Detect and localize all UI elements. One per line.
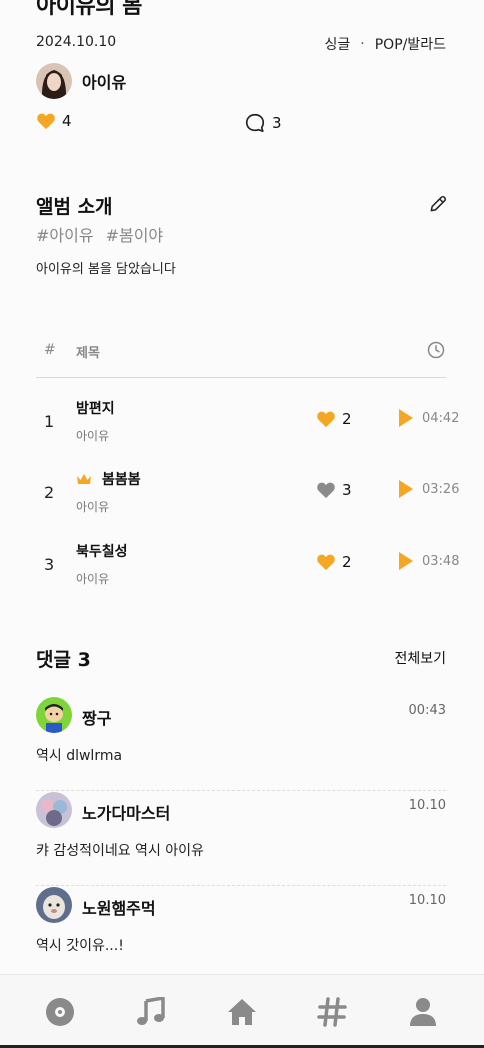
comment-text: 역시 갓이유...!	[36, 938, 124, 954]
comment-author: 노가다마스터	[82, 804, 171, 823]
music-note-icon	[137, 996, 165, 1025]
commenter-avatar[interactable]	[36, 887, 72, 923]
album-type: 싱글	[324, 37, 351, 53]
comments-title: 댓글 3	[36, 649, 91, 671]
release-date: 2024.10.10	[36, 34, 117, 50]
crown-icon	[77, 474, 91, 484]
track-like-count: 3	[342, 481, 352, 499]
album-comment-button[interactable]: 3	[244, 112, 282, 134]
intro-description: 아이유의 봄을 담았습니다	[36, 262, 176, 277]
track-title: 북두칠성	[76, 544, 128, 560]
comment-author: 노원햄주먹	[82, 899, 156, 918]
play-icon	[399, 409, 413, 427]
track-like-count: 2	[342, 553, 352, 571]
track-duration: 03:48	[422, 553, 460, 569]
album-comment-count: 3	[272, 114, 282, 132]
pencil-icon	[430, 195, 447, 212]
nav-album[interactable]	[45, 997, 75, 1027]
album-title: 아이유의 봄	[36, 0, 142, 19]
track-play-button[interactable]: 03:48	[398, 551, 459, 571]
track-like-button[interactable]: 2	[316, 410, 352, 428]
nav-home[interactable]	[227, 997, 257, 1027]
track-number: 1	[44, 412, 55, 431]
edit-intro-button[interactable]	[428, 194, 448, 214]
track-artist: 아이유	[76, 572, 110, 586]
comment-item: 짱구 00:43 역시 dlwlrma	[36, 697, 446, 791]
bottom-navigation	[0, 974, 484, 1048]
track-like-button[interactable]: 2	[316, 553, 352, 571]
track-number: 3	[44, 555, 55, 574]
track-play-button[interactable]: 04:42	[398, 408, 459, 428]
profile-icon	[410, 998, 436, 1026]
comment-item: 노가다마스터 10.10 캬 감성적이네요 역시 아이유	[36, 792, 446, 886]
play-icon	[399, 480, 413, 498]
track-row[interactable]: 1 밤편지 아이유 2 04:42	[36, 398, 459, 450]
album-stats: 4 3	[36, 112, 296, 134]
track-row[interactable]: 2 봄봄봄 아이유 3 03:26	[36, 469, 459, 521]
track-number-header: #	[44, 342, 56, 358]
comment-time: 10.10	[408, 893, 446, 908]
track-title: 봄봄봄	[102, 472, 141, 488]
home-icon	[228, 999, 256, 1025]
track-duration: 03:26	[422, 481, 460, 497]
track-play-button[interactable]: 03:26	[398, 479, 459, 499]
comment-text: 캬 감성적이네요 역시 아이유	[36, 843, 204, 859]
track-duration: 04:42	[422, 410, 460, 426]
heart-icon	[317, 482, 335, 499]
play-icon	[399, 552, 413, 570]
track-artist: 아이유	[76, 429, 110, 443]
tag[interactable]: #아이유	[36, 222, 94, 246]
track-like-button[interactable]: 3	[316, 481, 352, 499]
commenter-avatar[interactable]	[36, 697, 72, 733]
track-artist: 아이유	[76, 500, 110, 514]
nav-profile[interactable]	[408, 997, 438, 1027]
nav-hashtag[interactable]	[317, 997, 347, 1027]
track-table-header: # 제목	[36, 340, 446, 378]
album-disc-icon	[46, 998, 74, 1026]
album-genre: POP/발라드	[374, 37, 446, 53]
track-title: 밤편지	[76, 401, 115, 417]
album-meta: 2024.10.10 싱글 · POP/발라드	[36, 34, 446, 54]
comment-text: 역시 dlwlrma	[36, 748, 123, 764]
view-all-comments-link[interactable]: 전체보기	[394, 648, 446, 668]
commenter-avatar[interactable]	[36, 792, 72, 828]
track-like-count: 2	[342, 410, 352, 428]
heart-icon	[317, 411, 335, 428]
tag[interactable]: #봄이야	[106, 222, 164, 246]
track-title-header: 제목	[76, 346, 100, 361]
comment-item: 노원햄주먹 10.10 역시 갓이유...!	[36, 887, 446, 981]
comment-time: 10.10	[408, 798, 446, 813]
artist-avatar	[36, 63, 72, 99]
intro-tags: #아이유 #봄이야	[36, 222, 163, 246]
intro-title: 앨범 소개	[36, 196, 113, 218]
artist-link[interactable]: 아이유	[36, 63, 126, 99]
hashtag-icon	[317, 997, 347, 1027]
track-row[interactable]: 3 북두칠성 아이유 2 03:48	[36, 541, 459, 593]
nav-music[interactable]	[136, 996, 166, 1027]
heart-icon	[317, 554, 335, 571]
comment-bubble-icon	[245, 113, 265, 133]
album-like-count: 4	[62, 112, 72, 130]
meta-separator: ·	[360, 36, 365, 52]
album-detail-page: 아이유의 봄 2024.10.10 싱글 · POP/발라드 아이유 4 3 앨…	[0, 0, 484, 1048]
artist-name: 아이유	[82, 73, 127, 92]
heart-icon	[37, 113, 55, 130]
comment-time: 00:43	[408, 703, 446, 718]
comment-author: 짱구	[82, 709, 112, 728]
clock-icon	[427, 341, 445, 359]
album-like-button[interactable]: 4	[36, 112, 72, 130]
track-number: 2	[44, 483, 55, 502]
